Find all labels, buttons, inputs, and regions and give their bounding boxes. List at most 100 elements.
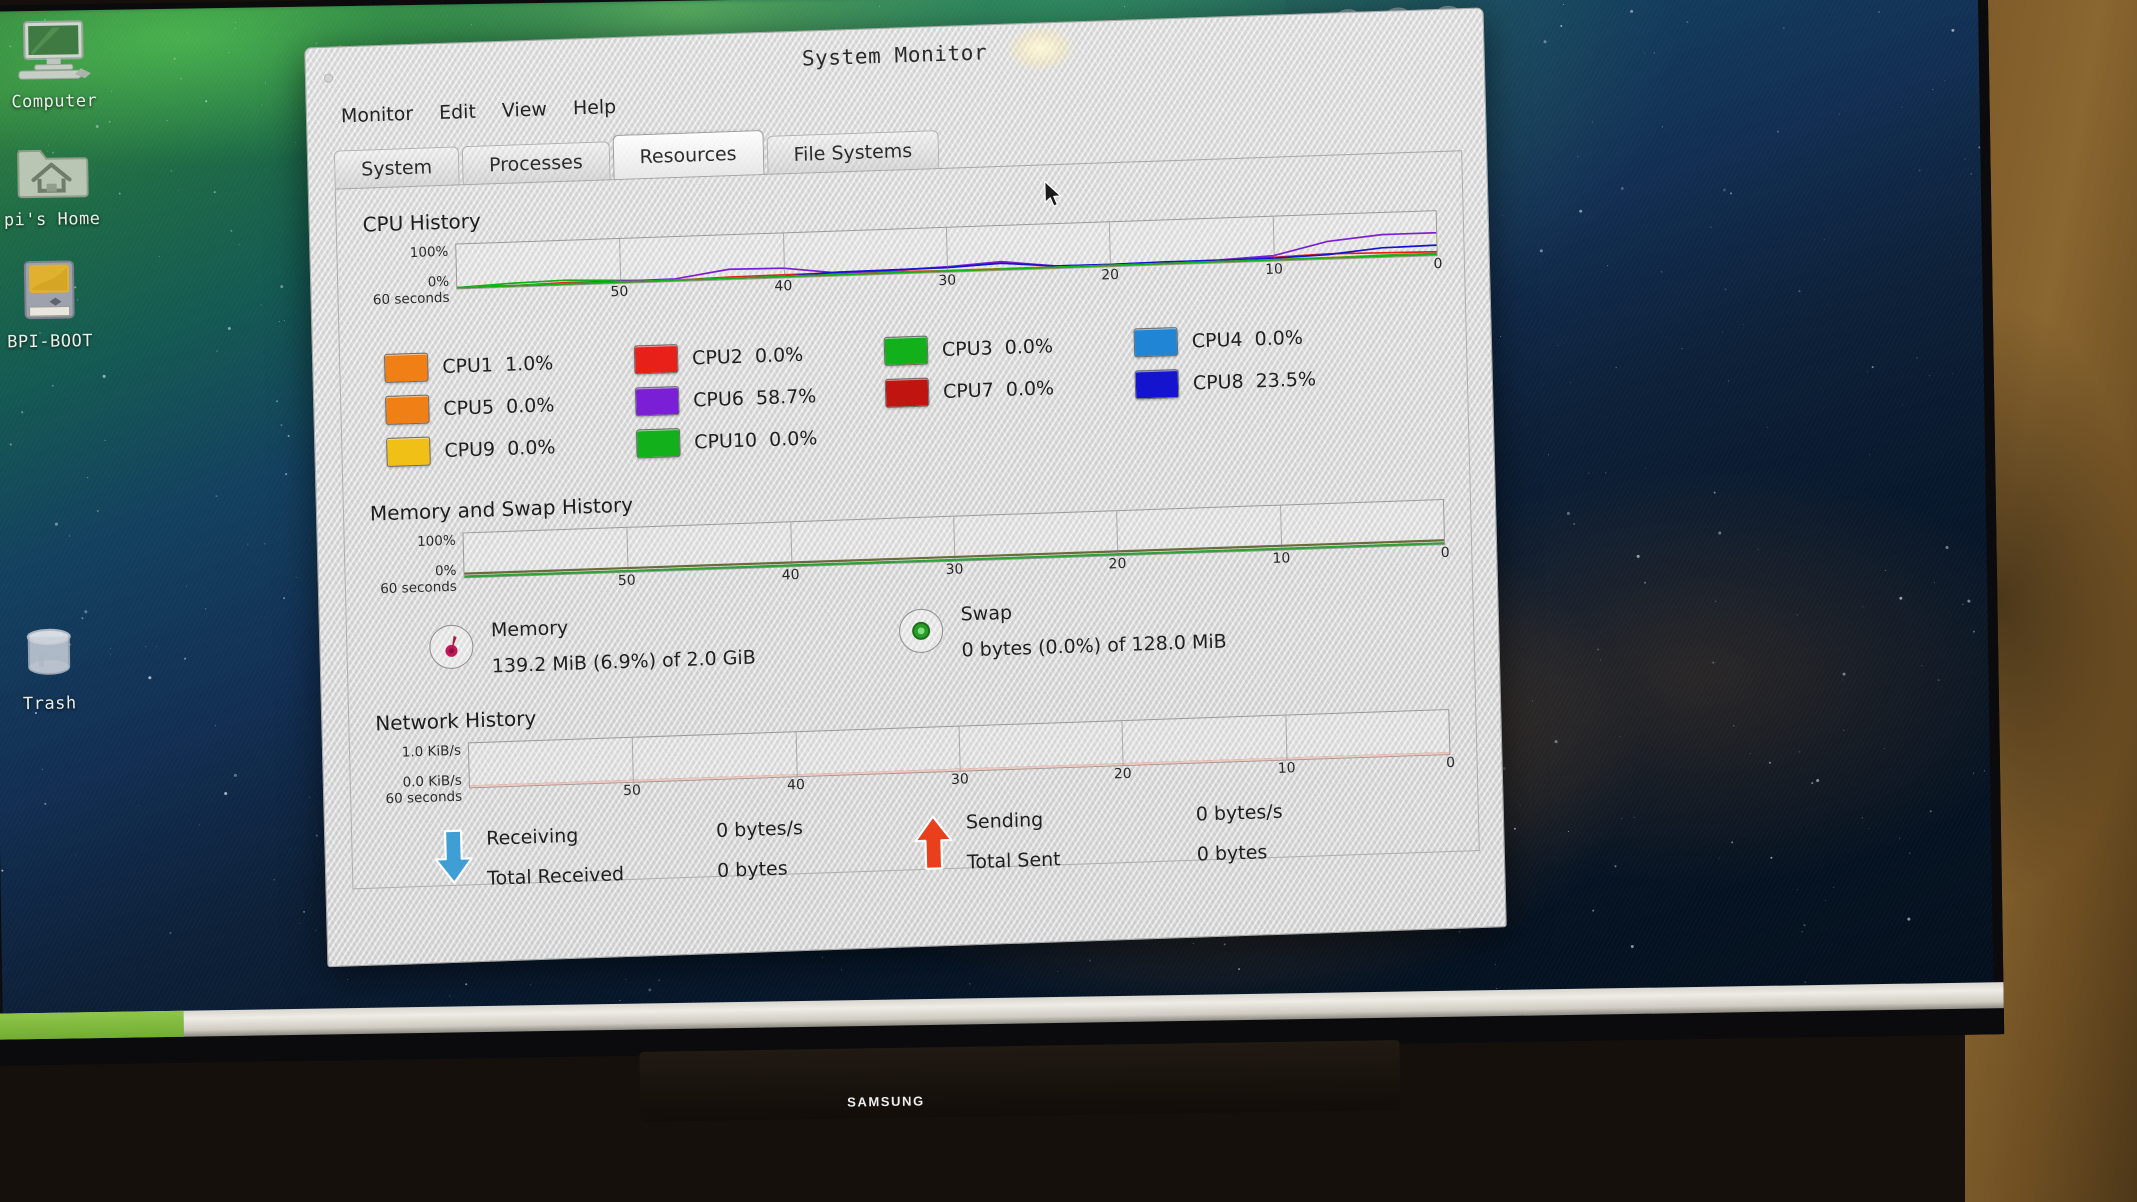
tab-processes[interactable]: Processes [462,141,611,184]
resources-panel: CPU History 100% 0% 60 seconds 50 40 30 … [335,151,1480,889]
network-x-tick-10: 10 [1278,760,1296,777]
desktop-icon-label: Computer [0,92,113,113]
cpu-x-tick-50: 50 [610,284,628,301]
swap-label: Swap [960,595,1226,626]
network-y-tick-top: 1.0 KiB/s [376,745,461,761]
cpu-color-swatch [1135,369,1180,399]
desktop-icon-home[interactable]: pi's Home [0,138,111,231]
tab-resources[interactable]: Resources [612,130,764,179]
computer-icon [0,18,113,89]
cpu-x-tick-20: 20 [1101,267,1119,284]
cpu-color-swatch [635,386,680,416]
cpu-x-tick-40: 40 [774,278,792,295]
cpu-legend-item: CPU2 0.0% [634,337,885,374]
swap-value: 0 bytes (0.0%) of 128.0 MiB [961,631,1227,662]
sending-labels: Sending Total Sent [966,804,1197,874]
menu-item-edit[interactable]: Edit [439,101,476,124]
cpu-color-swatch [385,394,430,424]
network-x-tick-40: 40 [787,777,805,794]
cpu-color-swatch [884,335,929,365]
cpu-legend-label: CPU4 0.0% [1192,326,1304,352]
network-x-tick-0: 0 [1446,755,1455,771]
cpu-legend-label: CPU10 0.0% [694,427,818,453]
window-title: System Monitor [802,40,988,70]
sending-values: 0 bytes/s 0 bytes [1196,797,1387,865]
system-monitor-window: System Monitor Monitor Edit View Help Sy… [304,7,1507,967]
memory-x-tick-50: 50 [618,573,636,590]
cpu-legend-label: CPU5 0.0% [443,394,555,420]
network-x-tick-30: 30 [951,771,969,788]
cpu-color-swatch [634,344,679,374]
cpu-legend-item: CPU10 0.0% [636,421,887,458]
desktop-icon-label: pi's Home [0,210,111,231]
memory-y-tick-top: 100% [371,535,456,551]
cpu-legend-label: CPU8 23.5% [1193,368,1317,394]
cpu-legend-item: CPU9 0.0% [386,429,637,466]
desktop-icon-trash[interactable]: Trash [0,622,109,715]
memory-x-axis-unit: 60 seconds [372,580,464,597]
cpu-color-swatch [885,377,930,407]
cpu-legend-item: CPU1 1.0% [384,346,635,383]
memory-dial-icon [429,624,474,669]
receiving-values: 0 bytes/s 0 bytes [716,814,907,882]
cpu-legend-label: CPU1 1.0% [442,352,554,378]
memory-x-tick-0: 0 [1441,545,1450,561]
desktop-icon-label: Trash [0,694,109,715]
trash-icon [0,622,109,691]
taskbar-indicator [0,1011,184,1040]
cpu-y-axis: 100% 0% 60 seconds [363,244,456,292]
tab-system[interactable]: System [334,146,460,188]
receiving-label: Receiving [486,820,716,850]
cpu-x-axis-unit: 60 seconds [364,292,456,309]
desktop-screen: Computer pi's Home BPI-BOOT Trash System… [0,0,1993,1016]
menu-item-view[interactable]: View [502,98,548,122]
memory-x-tick-40: 40 [782,567,800,584]
network-x-tick-50: 50 [623,783,641,800]
cpu-legend-label: CPU6 58.7% [693,385,817,411]
total-sent-value: 0 bytes [1197,837,1387,865]
swap-text: Swap 0 bytes (0.0%) of 128.0 MiB [960,595,1226,662]
memory-swap-readouts: Memory 139.2 MiB (6.9%) of 2.0 GiB Swap … [373,587,1448,682]
home-folder-icon [0,138,111,207]
memory-label: Memory [491,611,755,642]
menu-item-help[interactable]: Help [573,96,617,119]
network-x-tick-20: 20 [1114,766,1132,783]
cpu-color-swatch [386,436,431,466]
drive-icon [0,258,109,329]
cpu-color-swatch [636,428,681,458]
arrow-up-icon [912,811,968,875]
cpu-legend-label: CPU9 0.0% [444,436,556,462]
sending-label: Sending [966,804,1196,834]
tab-file-systems[interactable]: File Systems [766,130,939,174]
cpu-legend-item: CPU6 58.7% [635,379,886,416]
samsung-logo: SAMSUNG [826,1093,946,1117]
cpu-x-tick-30: 30 [938,272,956,289]
memory-x-tick-10: 10 [1272,550,1290,567]
memory-value: 139.2 MiB (6.9%) of 2.0 GiB [492,647,756,678]
cpu-legend-item: CPU8 23.5% [1135,362,1386,399]
swap-readout: Swap 0 bytes (0.0%) of 128.0 MiB [898,590,1369,664]
television: Computer pi's Home BPI-BOOT Trash System… [0,0,2004,1066]
memory-x-tick-30: 30 [945,561,963,578]
total-sent-label: Total Sent [967,844,1197,874]
desktop-icon-bpi-boot[interactable]: BPI-BOOT [0,258,109,353]
receiving-value: 0 bytes/s [716,814,906,842]
desktop-icon-computer[interactable]: Computer [0,18,113,113]
swap-dial-icon [899,608,944,653]
tv-stand [639,1040,1400,1122]
menu-item-monitor[interactable]: Monitor [341,103,414,127]
network-x-axis-unit: 60 seconds [377,790,469,807]
total-received-label: Total Received [487,860,717,890]
cpu-y-tick-top: 100% [363,246,448,262]
cpu-legend-item: CPU4 0.0% [1134,320,1385,357]
memory-x-tick-20: 20 [1108,556,1126,573]
total-received-value: 0 bytes [717,854,907,882]
receiving-readout: Receiving Total Received 0 bytes/s 0 byt… [432,813,913,891]
cpu-legend: CPU1 1.0% CPU2 0.0% CPU3 0.0% CPU4 0.0% CPU5… [384,318,1442,467]
memory-text: Memory 139.2 MiB (6.9%) of 2.0 GiB [491,611,756,678]
memory-y-axis: 100% 0% 60 seconds [371,532,464,580]
network-y-axis: 1.0 KiB/s 0.0 KiB/s 60 seconds [376,742,469,790]
room-photo: Computer pi's Home BPI-BOOT Trash System… [0,0,2137,1202]
cpu-color-swatch [384,353,429,383]
window-menu-dot[interactable] [324,74,333,83]
